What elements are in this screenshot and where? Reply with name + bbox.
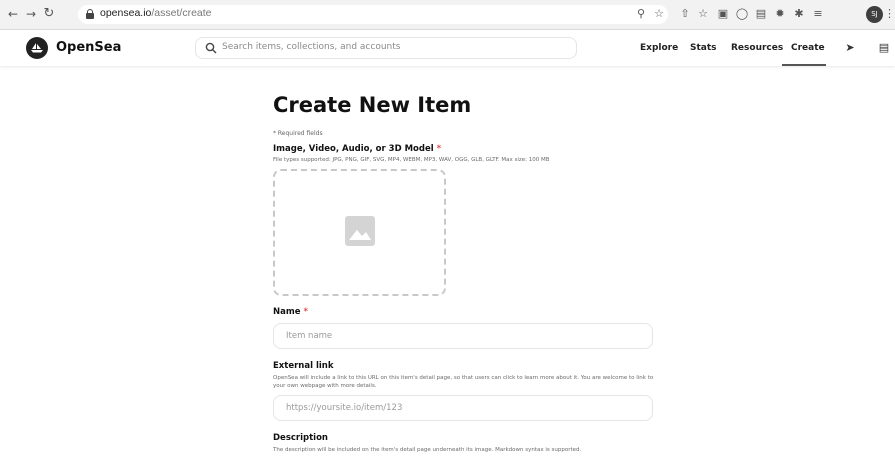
search-placeholder: Search items, collections, and accounts [222,42,401,52]
media-label: Image, Video, Audio, or 3D Model * [273,144,442,154]
puzzle-extensions-icon[interactable]: ✱ [792,7,806,21]
send-icon[interactable]: ➤ [843,41,857,55]
nav-stats[interactable]: Stats [690,43,717,53]
nav-create[interactable]: Create [791,43,825,53]
boat-icon [31,43,43,53]
nav-explore[interactable]: Explore [640,43,678,53]
reading-list-icon[interactable]: ≡ [811,7,825,21]
opensea-logo[interactable] [26,37,48,59]
address-bar[interactable]: opensea.io/asset/create ⚲ ☆ [78,5,668,24]
item-name-placeholder: Item name [286,331,333,341]
name-label: Name * [273,307,308,317]
nav-active-indicator [782,64,826,66]
reload-icon[interactable]: ↻ [42,7,56,21]
external-link-label: External link [273,361,334,371]
description-hint: The description will be included on the … [273,447,582,453]
media-upload-dropzone[interactable] [273,169,446,296]
share-icon[interactable]: ⇧ [678,7,692,21]
page-title: Create New Item [273,93,472,117]
kebab-menu-icon[interactable]: ⋮ [884,7,895,21]
item-name-input[interactable]: Item name [273,323,653,349]
extension-gear-icon[interactable]: ✹ [773,7,787,21]
external-link-placeholder: https://yoursite.io/item/123 [286,403,403,413]
profile-avatar[interactable]: SJ [866,6,883,23]
search-icon [205,42,217,54]
lock-icon [86,9,94,19]
extension-m-icon[interactable]: ▤ [754,7,768,21]
url-text: opensea.io/asset/create [100,7,212,19]
brand-name[interactable]: OpenSea [56,40,121,55]
star-icon[interactable]: ☆ [696,7,710,21]
forward-arrow-icon[interactable]: → [24,7,38,21]
star-bookmark-icon[interactable]: ☆ [652,7,666,21]
media-hint: File types supported: JPG, PNG, GIF, SVG… [273,157,550,163]
zoom-icon[interactable]: ⚲ [634,7,648,21]
site-header: OpenSea Search items, collections, and a… [0,30,895,66]
back-arrow-icon[interactable]: ← [6,7,20,21]
extension-square-icon[interactable]: ▣ [716,7,730,21]
external-link-input[interactable]: https://yoursite.io/item/123 [273,395,653,421]
wallet-icon[interactable]: ▤ [877,41,891,55]
required-fields-note: * Required fields [273,130,323,137]
image-placeholder-icon [345,216,375,246]
external-link-hint: OpenSea will include a link to this URL … [273,375,654,389]
extension-circle-icon[interactable]: ◯ [735,7,749,21]
search-input[interactable]: Search items, collections, and accounts [195,37,577,59]
description-label: Description [273,433,328,443]
nav-resources[interactable]: Resources [731,43,783,53]
browser-toolbar: ← → ↻ opensea.io/asset/create ⚲ ☆ ⇧ ☆ ▣ … [0,0,895,30]
